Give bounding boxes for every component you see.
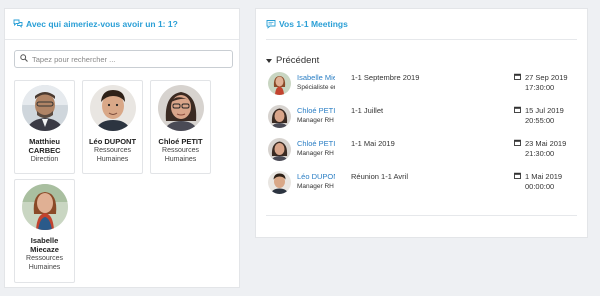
calendar-icon: [514, 73, 521, 80]
meeting-row: Chloé PETIT Manager RH 1-1 Juillet 15 Ju…: [268, 105, 583, 135]
meeting-person-role: Manager RH: [297, 117, 334, 124]
calendar-icon: [514, 139, 521, 146]
person-card-isabelle[interactable]: Isabelle Miecaze Ressources Humaines: [14, 179, 75, 283]
people-panel: Avec qui aimeriez-vous avoir un 1: 1? Ma…: [4, 8, 240, 288]
avatar: [268, 72, 291, 95]
meeting-datetime: 1 Mai 2019 00:00:00: [525, 172, 562, 192]
search-box[interactable]: [14, 50, 233, 68]
meeting-title[interactable]: 1-1 Juillet: [351, 106, 383, 115]
meeting-title[interactable]: 1-1 Septembre 2019: [351, 73, 419, 82]
meeting-person-role: Manager RH: [297, 183, 334, 190]
section-label: Précédent: [276, 55, 320, 66]
meeting-date: 15 Jul 2019: [525, 106, 564, 115]
meeting-row: Léo DUPONT Manager RH Réunion 1-1 Avril …: [268, 171, 583, 201]
people-panel-header: Avec qui aimeriez-vous avoir un 1: 1?: [5, 9, 239, 40]
meetings-panel: Vos 1-1 Meetings Précédent Isabelle Miec…: [255, 8, 588, 238]
meeting-title[interactable]: Réunion 1-1 Avril: [351, 172, 408, 181]
calendar-icon: [514, 172, 521, 179]
person-card-leo[interactable]: Léo DUPONT Ressources Humaines: [82, 80, 143, 174]
avatar: [268, 105, 291, 128]
people-panel-title: Avec qui aimeriez-vous avoir un 1: 1?: [26, 19, 178, 29]
meeting-row: Chloé PETIT Manager RH 1-1 Mai 2019 23 M…: [268, 138, 583, 168]
meeting-person-link[interactable]: Léo DUPONT: [297, 172, 335, 181]
meeting-datetime: 27 Sep 2019 17:30:00: [525, 73, 568, 93]
meetings-panel-header: Vos 1-1 Meetings: [266, 9, 577, 40]
avatar: [21, 85, 68, 131]
previous-section-toggle[interactable]: Précédent: [266, 55, 319, 66]
person-card-chloe[interactable]: Chloé PETIT Ressources Humaines: [150, 80, 211, 174]
avatar: [268, 138, 291, 161]
meeting-row: Isabelle Miecaze Spécialiste en 1-1 Sept…: [268, 72, 583, 102]
person-name: Matthieu CARBEC: [28, 137, 61, 155]
divider: [266, 215, 577, 216]
search-input[interactable]: [32, 54, 222, 64]
meeting-person-link[interactable]: Chloé PETIT: [297, 106, 335, 115]
meeting-date: 23 Mai 2019: [525, 139, 567, 148]
meeting-time: 20:55:00: [525, 116, 555, 125]
calendar-icon: [514, 106, 521, 113]
meeting-person-role: Spécialiste en: [297, 84, 335, 91]
person-role: Ressources Humaines: [94, 147, 131, 163]
meeting-datetime: 23 Mai 2019 21:30:00: [525, 139, 566, 159]
meeting-time: 00:00:00: [525, 182, 555, 191]
meeting-time: 17:30:00: [525, 83, 555, 92]
search-icon: [20, 54, 28, 64]
meeting-title[interactable]: 1-1 Mai 2019: [351, 139, 395, 148]
person-role: Ressources Humaines: [26, 255, 63, 271]
meeting-person-role: Manager RH: [297, 150, 334, 157]
meeting-date: 27 Sep 2019: [525, 73, 568, 82]
person-role: Ressources Humaines: [162, 147, 199, 163]
meeting-person-link[interactable]: Chloé PETIT: [297, 139, 335, 148]
meeting-datetime: 15 Jul 2019 20:55:00: [525, 106, 564, 126]
avatar: [21, 184, 68, 230]
caret-down-icon: [266, 58, 272, 63]
person-name: Chloé PETIT: [158, 137, 203, 146]
person-name: Léo DUPONT: [88, 137, 137, 146]
chat-bubbles-icon: [13, 19, 23, 29]
avatar: [268, 171, 291, 194]
meeting-date: 1 Mai 2019: [525, 172, 563, 181]
meetings-panel-title: Vos 1-1 Meetings: [279, 19, 348, 29]
meeting-time: 21:30:00: [525, 149, 555, 158]
meeting-person-link[interactable]: Isabelle Miecaze: [297, 73, 335, 82]
person-role: Direction: [30, 156, 59, 163]
message-square-icon: [266, 19, 276, 29]
avatar: [89, 85, 136, 131]
person-card-matthieu[interactable]: Matthieu CARBEC Direction: [14, 80, 75, 174]
person-name: Isabelle Miecaze: [30, 236, 59, 254]
avatar: [157, 85, 204, 131]
